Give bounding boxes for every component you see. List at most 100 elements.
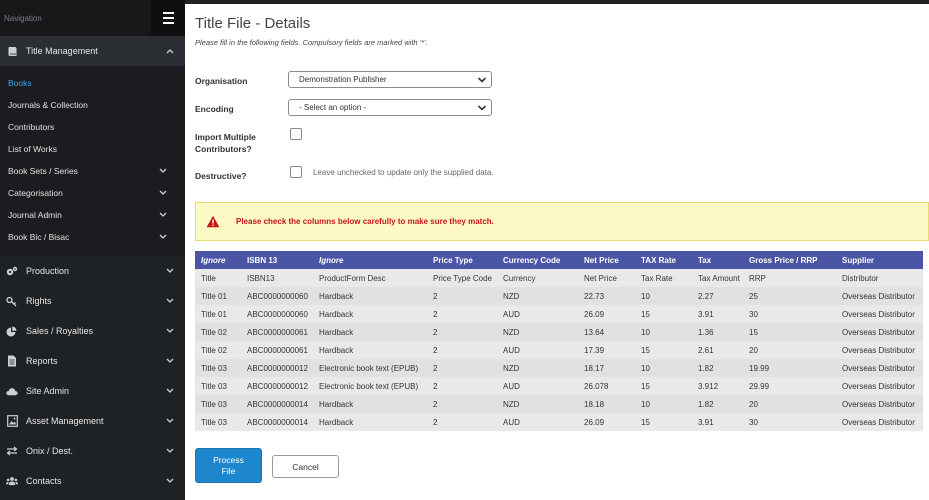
sidebar-item-rights[interactable]: Rights: [0, 286, 185, 316]
cloud-icon: [6, 385, 18, 397]
table-cell: Overseas Distributor: [842, 399, 915, 409]
sidebar-item-contacts[interactable]: Contacts: [0, 466, 185, 496]
encoding-select[interactable]: - Select an option -: [288, 99, 492, 116]
pie-chart-icon: [6, 325, 18, 337]
table-cell: Hardback: [319, 399, 354, 409]
sidebar-subitem-book-sets[interactable]: Book Sets / Series: [0, 160, 185, 182]
mapping-table: Ignore ISBN 13 Ignore Price Type Currenc…: [195, 251, 923, 431]
sidebar-item-sales-royalties[interactable]: Sales / Royalties: [0, 316, 185, 346]
table-header-row: Ignore ISBN 13 Ignore Price Type Currenc…: [195, 251, 923, 269]
sidebar-subitem-books[interactable]: Books: [0, 72, 185, 94]
encoding-label: Encoding: [195, 104, 234, 114]
table-cell: 20: [749, 399, 758, 409]
table-row: Title 02 ABC0000000061 Hardback 2 NZD 13.64 10…: [195, 323, 923, 341]
table-cell: Title 02: [201, 345, 227, 355]
table-cell: ABC0000000012: [247, 381, 308, 391]
nav-title: Navigation: [4, 13, 42, 23]
table-cell: AUD: [503, 381, 520, 391]
table-cell: 10: [641, 327, 650, 337]
sidebar-subitem-categorisation[interactable]: Categorisation: [0, 182, 185, 204]
sidebar-subitem-list-of-works[interactable]: List of Works: [0, 138, 185, 160]
table-cell: 2: [433, 417, 438, 427]
table-row: Title 02 ABC0000000061 Hardback 2 AUD 17.39 15…: [195, 341, 923, 359]
chevron-down-icon: [165, 476, 175, 486]
table-cell: 15: [641, 309, 650, 319]
subitem-label: Journal Admin: [8, 210, 62, 220]
table-cell: AUD: [503, 309, 520, 319]
process-file-button[interactable]: Process File: [195, 448, 262, 483]
page-subtitle: Please fill in the following fields. Com…: [195, 38, 428, 47]
chevron-down-icon: [165, 446, 175, 456]
table-cell: 30: [749, 309, 758, 319]
table-cell: 25: [749, 291, 758, 301]
destructive-checkbox[interactable]: [290, 166, 302, 178]
table-body: Title ISBN13 ProductForm Desc Price Type Co…: [195, 269, 923, 431]
import-contributors-checkbox[interactable]: [290, 128, 302, 140]
table-cell: 26.09: [584, 309, 605, 319]
sidebar-item-title-management[interactable]: Title Management: [0, 36, 185, 66]
table-cell: ISBN13: [247, 273, 275, 283]
cancel-button[interactable]: Cancel: [272, 455, 339, 478]
sidebar-item-onix-dest[interactable]: Onix / Dest.: [0, 436, 185, 466]
subitem-label: Book Sets / Series: [8, 166, 78, 176]
subitem-label: List of Works: [8, 144, 57, 154]
chevron-down-icon: [159, 168, 167, 173]
menu-toggle-button[interactable]: [151, 0, 185, 36]
table-cell: Overseas Distributor: [842, 417, 915, 427]
organisation-select[interactable]: Demonstration Publisher: [288, 71, 492, 88]
destructive-hint: Leave unchecked to update only the suppl…: [313, 168, 494, 177]
table-cell: ABC0000000060: [247, 309, 308, 319]
table-cell: 1.82: [698, 399, 714, 409]
table-cell: NZD: [503, 399, 520, 409]
column-header: Currency Code: [503, 255, 561, 265]
table-cell: Title 03: [201, 381, 227, 391]
table-cell: 2: [433, 399, 438, 409]
table-row: Title 03 ABC0000000012 Electronic book tex…: [195, 359, 923, 377]
table-cell: AUD: [503, 417, 520, 427]
subitem-label: Book Bic / Bisac: [8, 232, 70, 242]
table-cell: Tax Amount: [698, 273, 740, 283]
table-row: Title 01 ABC0000000060 Hardback 2 NZD 22.73 10…: [195, 287, 923, 305]
table-cell: Overseas Distributor: [842, 291, 915, 301]
sidebar-item-production[interactable]: Production: [0, 256, 185, 286]
table-cell: 2.61: [698, 345, 714, 355]
column-header: Ignore: [319, 255, 344, 265]
sidebar-item-reports[interactable]: Reports: [0, 346, 185, 376]
table-cell: Title 03: [201, 417, 227, 427]
column-header: Gross Price / RRP: [749, 255, 818, 265]
encoding-value: - Select an option -: [299, 103, 367, 112]
sidebar-subitem-journals[interactable]: Journals & Collection: [0, 94, 185, 116]
table-cell: Hardback: [319, 417, 354, 427]
table-cell: Title 02: [201, 327, 227, 337]
table-cell: AUD: [503, 345, 520, 355]
table-cell: Hardback: [319, 345, 354, 355]
sidebar-item-site-admin[interactable]: Site Admin: [0, 376, 185, 406]
sidebar-subitem-book-bic[interactable]: Book Bic / Bisac: [0, 226, 185, 248]
image-icon: [6, 415, 18, 427]
table-cell: Title 03: [201, 399, 227, 409]
table-cell: Price Type Code: [433, 273, 492, 283]
table-cell: 10: [641, 363, 650, 373]
table-cell: Hardback: [319, 327, 354, 337]
table-row: Title 01 ABC0000000060 Hardback 2 AUD 26.09 15…: [195, 305, 923, 323]
chevron-down-icon: [165, 416, 175, 426]
sidebar-subitem-contributors[interactable]: Contributors: [0, 116, 185, 138]
import-label-line1: Import Multiple: [195, 132, 256, 142]
sidebar-subitem-journal-admin[interactable]: Journal Admin: [0, 204, 185, 226]
sidebar-item-asset-management[interactable]: Asset Management: [0, 406, 185, 436]
table-cell: Title 03: [201, 363, 227, 373]
table-cell: Hardback: [319, 291, 354, 301]
table-cell: Electronic book text (EPUB): [319, 363, 419, 373]
table-cell: 10: [641, 399, 650, 409]
table-cell: Overseas Distributor: [842, 363, 915, 373]
table-row: Title 03 ABC0000000014 Hardback 2 NZD 18.18 10…: [195, 395, 923, 413]
column-header: Tax: [698, 255, 712, 265]
warning-alert: Please check the columns below carefully…: [195, 202, 929, 241]
table-cell: 15: [749, 327, 758, 337]
table-cell: Title: [201, 273, 216, 283]
chevron-down-icon: [165, 386, 175, 396]
book-icon: [6, 45, 18, 57]
sidebar-item-label: Asset Management: [26, 416, 104, 426]
import-label-line2: Contributors?: [195, 144, 252, 154]
chevron-down-icon: [159, 212, 167, 217]
